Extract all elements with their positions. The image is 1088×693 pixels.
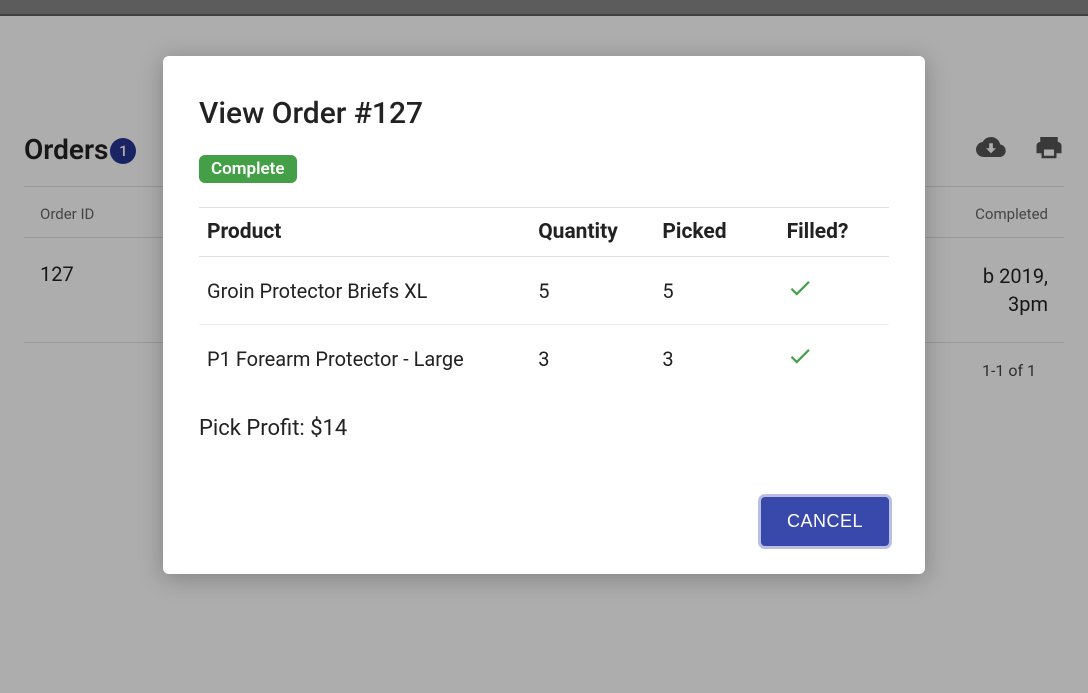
- cell-product: P1 Forearm Protector - Large: [199, 325, 530, 393]
- pick-profit: Pick Profit: $14: [199, 416, 889, 441]
- col-quantity: Quantity: [530, 208, 654, 257]
- order-items-table: Product Quantity Picked Filled? Groin Pr…: [199, 207, 889, 392]
- status-badge: Complete: [199, 155, 297, 183]
- table-row: P1 Forearm Protector - Large 3 3: [199, 325, 889, 393]
- col-picked: Picked: [654, 208, 778, 257]
- view-order-modal: View Order #127 Complete Product Quantit…: [163, 56, 925, 574]
- check-icon: [779, 325, 889, 393]
- cell-quantity: 3: [530, 325, 654, 393]
- modal-title: View Order #127: [199, 96, 889, 131]
- col-product: Product: [199, 208, 530, 257]
- cell-product: Groin Protector Briefs XL: [199, 257, 530, 325]
- modal-overlay: View Order #127 Complete Product Quantit…: [0, 0, 1088, 693]
- cancel-button[interactable]: CANCEL: [761, 497, 889, 546]
- check-icon: [779, 257, 889, 325]
- table-row: Groin Protector Briefs XL 5 5: [199, 257, 889, 325]
- cell-quantity: 5: [530, 257, 654, 325]
- col-filled: Filled?: [779, 208, 889, 257]
- cell-picked: 5: [654, 257, 778, 325]
- cell-picked: 3: [654, 325, 778, 393]
